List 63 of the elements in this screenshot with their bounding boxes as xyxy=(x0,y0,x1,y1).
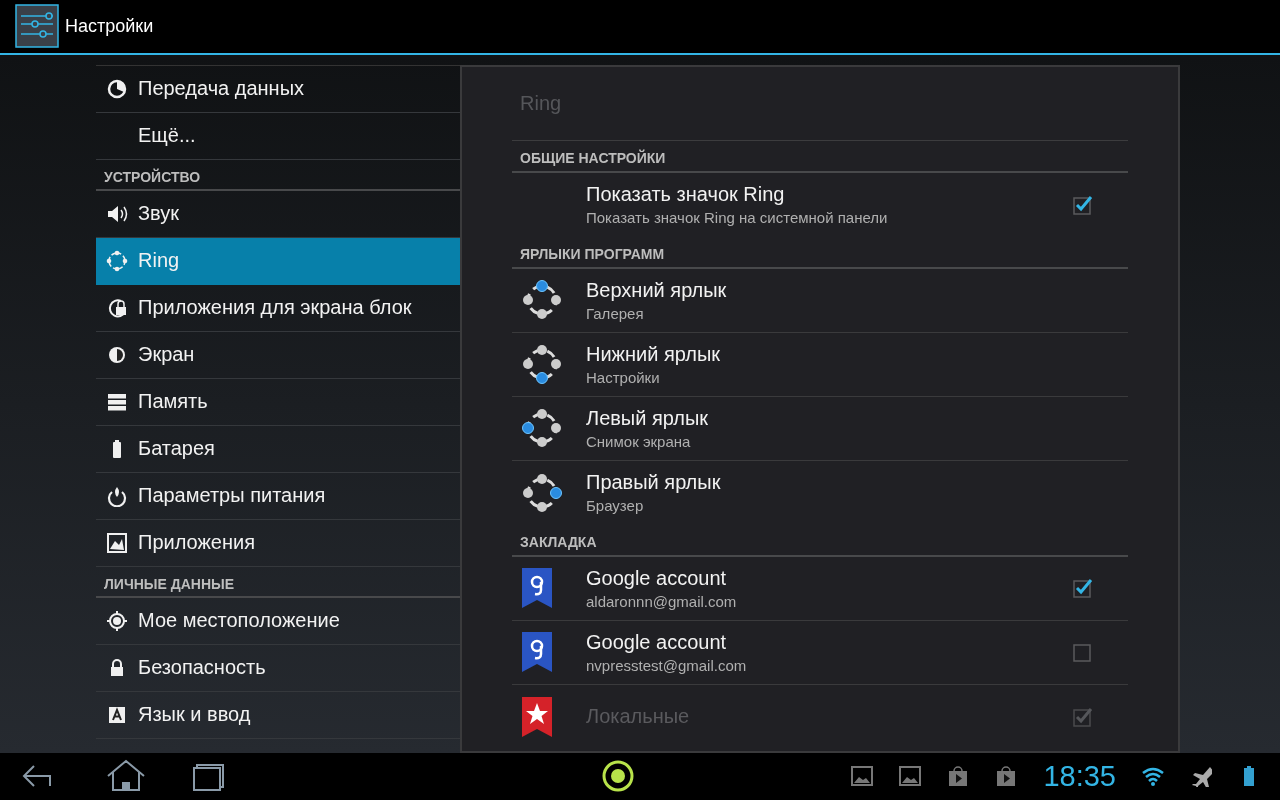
preference-row[interactable]: Верхний ярлык Галерея xyxy=(512,268,1128,333)
settings-menu-item[interactable]: Язык и ввод xyxy=(96,691,460,739)
preference-summary: Галерея xyxy=(586,304,645,322)
preference-row[interactable]: Google account nvpresstest@gmail.com xyxy=(512,620,1128,685)
preference-title: Показать значок Ring xyxy=(586,183,786,207)
section-header: ОБЩИЕ НАСТРОЙКИ xyxy=(520,149,666,166)
apps-icon xyxy=(106,531,128,554)
preference-row[interactable]: Google account aldaronnn@gmail.com xyxy=(512,556,1128,621)
shopping-bag-play-icon[interactable] xyxy=(995,765,1018,788)
checkbox[interactable] xyxy=(1072,193,1094,216)
preference-title: Левый ярлык xyxy=(586,406,710,430)
picture-icon[interactable] xyxy=(851,765,874,788)
settings-menu-item[interactable]: Ring xyxy=(96,237,460,285)
preference-title: Google account xyxy=(586,630,728,654)
ring-shortcut-icon xyxy=(522,344,562,385)
settings-menu-item[interactable]: Безопасность xyxy=(96,644,460,692)
app-title: Настройки xyxy=(65,15,154,37)
shopping-bag-play-icon[interactable] xyxy=(947,765,970,788)
location-icon xyxy=(106,609,128,632)
ring-icon xyxy=(106,249,128,272)
section-header: ЗАКЛАДКА xyxy=(520,533,597,550)
preference-title: Верхний ярлык xyxy=(586,278,728,302)
settings-menu-item[interactable]: Батарея xyxy=(96,425,460,473)
preference-summary: nvpresstest@gmail.com xyxy=(586,656,748,674)
airplane-icon[interactable] xyxy=(1190,765,1212,788)
section-header: ЛИЧНЫЕ ДАННЫЕ xyxy=(104,575,235,592)
preference-summary: Снимок экрана xyxy=(586,432,692,450)
ring-shortcut-icon xyxy=(522,472,562,513)
preference-row[interactable]: Левый ярлык Снимок экрана xyxy=(512,396,1128,461)
clock-time[interactable]: 18:35 xyxy=(1043,759,1116,793)
ring-shortcut-icon xyxy=(522,408,562,449)
preference-title: Правый ярлык xyxy=(586,471,722,495)
google-bookmark-icon xyxy=(522,632,552,673)
settings-menu-item[interactable]: Экран xyxy=(96,331,460,379)
settings-menu-item[interactable]: Передача данных xyxy=(96,65,460,113)
google-bookmark-icon xyxy=(522,568,552,609)
picture-icon[interactable] xyxy=(899,765,922,788)
section-header: УСТРОЙСТВО xyxy=(104,168,201,185)
settings-menu-item[interactable]: Приложения xyxy=(96,519,460,567)
section-header: ЯРЛЫКИ ПРОГРАММ xyxy=(520,245,665,262)
settings-sliders-icon[interactable] xyxy=(15,4,59,49)
preference-summary: Показать значок Ring на системной панели xyxy=(586,209,889,227)
preference-summary: Настройки xyxy=(586,368,661,386)
checkbox[interactable] xyxy=(1072,577,1094,600)
preference-row[interactable]: Нижний ярлык Настройки xyxy=(512,332,1128,397)
settings-menu-item[interactable]: Звук xyxy=(96,190,460,238)
ring-shortcut-icon xyxy=(522,280,562,321)
settings-menu-item[interactable]: Память xyxy=(96,378,460,426)
preference-row[interactable]: Показать значок Ring Показать значок Ring на системной панели xyxy=(512,172,1128,237)
preference-title: Локальные xyxy=(586,705,691,729)
settings-menu-item[interactable]: Мое местоположение xyxy=(96,597,460,645)
preference-title: Google account xyxy=(586,566,728,590)
settings-menu-item[interactable]: Параметры питания xyxy=(96,472,460,520)
checkbox[interactable] xyxy=(1072,641,1094,664)
settings-menu-item[interactable]: Приложения для экрана блок xyxy=(96,284,460,332)
preference-row[interactable]: Правый ярлык Браузер xyxy=(512,460,1128,525)
pie-chart-icon xyxy=(106,77,128,100)
preference-summary: Браузер xyxy=(586,497,645,515)
lock-circle-icon xyxy=(106,296,128,319)
preference-summary: aldaronnn@gmail.com xyxy=(586,592,738,610)
wifi-icon[interactable] xyxy=(1142,765,1164,788)
preference-title: Нижний ярлык xyxy=(586,342,721,366)
star-bookmark-icon xyxy=(522,696,552,737)
